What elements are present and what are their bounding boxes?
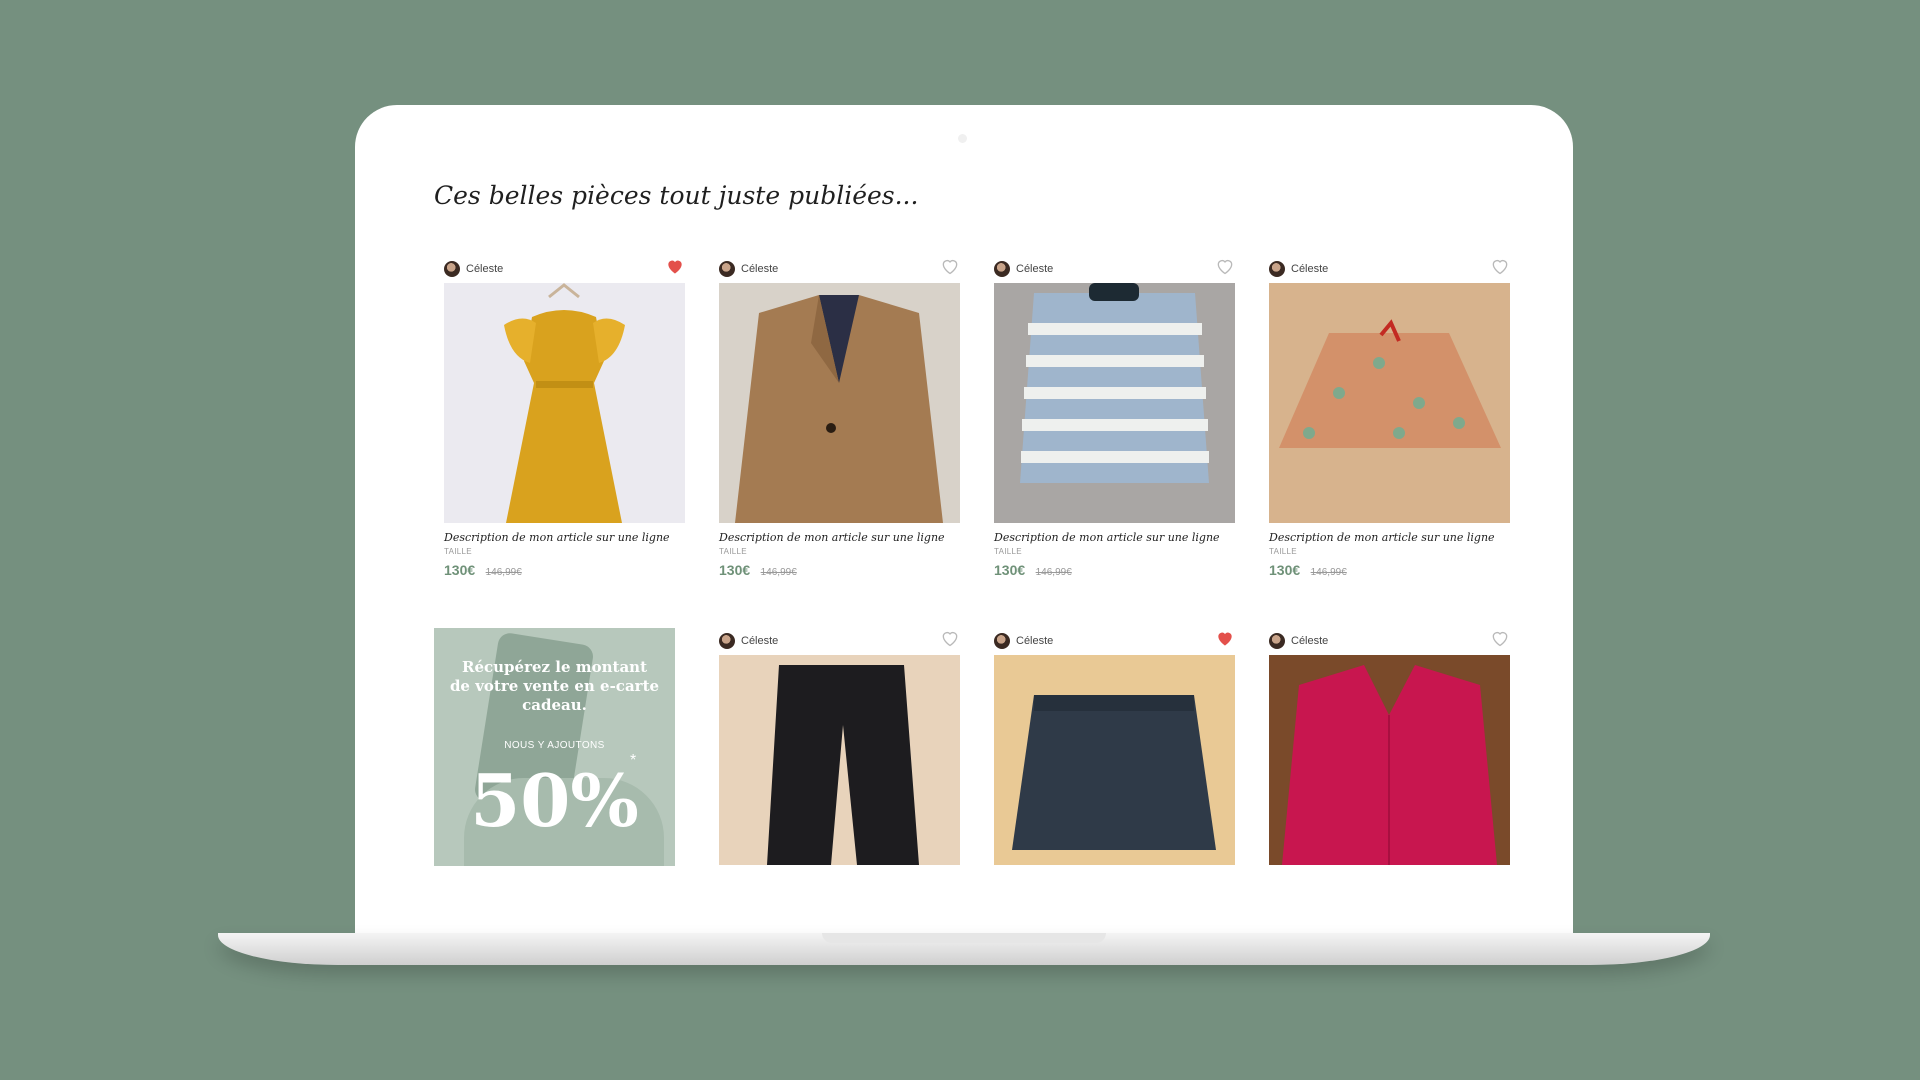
heart-filled-icon[interactable]	[665, 256, 685, 276]
product-old-price: 146,99€	[1035, 567, 1072, 578]
heart-outline-icon[interactable]	[1215, 256, 1235, 276]
promo-percent: 50%	[470, 758, 639, 843]
promo-line: de votre vente en e-carte	[449, 677, 660, 695]
seller-name: Céleste	[741, 263, 779, 275]
product-description: Description de mon article sur une ligne	[1269, 531, 1495, 544]
camera-dot	[958, 134, 967, 143]
card-header: Céleste	[1269, 627, 1510, 655]
seller-avatar	[994, 633, 1010, 649]
product-card[interactable]: Céleste Description de mon article sur u…	[719, 255, 960, 580]
promo-headline: Récupérez le montant de votre vente en e…	[434, 658, 675, 715]
price-row: 130€ 146,99€	[1269, 562, 1510, 580]
product-price: 130€	[444, 562, 476, 578]
heart-outline-icon[interactable]	[1490, 256, 1510, 276]
seller-name: Céleste	[1291, 635, 1329, 647]
promo-line: cadeau.	[522, 696, 587, 714]
product-size: TAILLE	[719, 547, 747, 556]
product-description: Description de mon article sur une ligne	[444, 531, 670, 544]
product-description: Description de mon article sur une ligne	[994, 531, 1220, 544]
product-card[interactable]: Céleste	[994, 627, 1235, 865]
product-price: 130€	[719, 562, 751, 578]
seller-name: Céleste	[466, 263, 504, 275]
price-row: 130€ 146,99€	[994, 562, 1235, 580]
heart-filled-icon[interactable]	[1215, 628, 1235, 648]
product-card[interactable]: Céleste Description de mon article sur u…	[1269, 255, 1510, 580]
product-card[interactable]: Céleste	[719, 627, 960, 865]
card-header: Céleste	[719, 627, 960, 655]
heart-outline-icon[interactable]	[940, 628, 960, 648]
product-photo-black-trousers[interactable]	[719, 655, 960, 865]
seller-name: Céleste	[1016, 635, 1054, 647]
seller-name: Céleste	[1016, 263, 1054, 275]
seller-avatar	[444, 261, 460, 277]
heart-outline-icon[interactable]	[1490, 628, 1510, 648]
laptop-base	[218, 933, 1710, 965]
product-photo-denim-skirt[interactable]	[994, 655, 1235, 865]
product-old-price: 146,99€	[485, 567, 522, 578]
seller-name: Céleste	[741, 635, 779, 647]
promo-subline: NOUS Y AJOUTONS	[504, 740, 605, 751]
product-photo-striped-sweater[interactable]	[994, 283, 1235, 523]
heart-outline-icon[interactable]	[940, 256, 960, 276]
card-header: Céleste	[1269, 255, 1510, 283]
seller-avatar	[719, 633, 735, 649]
product-size: TAILLE	[444, 547, 472, 556]
price-row: 130€ 146,99€	[444, 562, 685, 580]
card-header: Céleste	[719, 255, 960, 283]
promo-asterisk: *	[630, 752, 637, 769]
seller-name: Céleste	[1291, 263, 1329, 275]
product-photo-camel-blazer[interactable]	[719, 283, 960, 523]
seller-avatar	[1269, 633, 1285, 649]
seller-avatar	[719, 261, 735, 277]
product-card[interactable]: Céleste Description de mon article sur u…	[444, 255, 685, 580]
product-price: 130€	[994, 562, 1026, 578]
seller-avatar	[1269, 261, 1285, 277]
product-price: 130€	[1269, 562, 1301, 578]
page-title: Ces belles pièces tout juste publiées...	[434, 181, 919, 210]
card-header: Céleste	[994, 255, 1235, 283]
price-row: 130€ 146,99€	[719, 562, 960, 580]
product-photo-pink-cardigan[interactable]	[1269, 655, 1510, 865]
promo-banner[interactable]: Récupérez le montant de votre vente en e…	[434, 628, 675, 866]
laptop-notch	[822, 933, 1106, 943]
product-size: TAILLE	[994, 547, 1022, 556]
product-old-price: 146,99€	[760, 567, 797, 578]
card-header: Céleste	[994, 627, 1235, 655]
card-header: Céleste	[444, 255, 685, 283]
laptop-screen: Ces belles pièces tout juste publiées...…	[355, 105, 1573, 935]
product-description: Description de mon article sur une ligne	[719, 531, 945, 544]
product-old-price: 146,99€	[1310, 567, 1347, 578]
product-size: TAILLE	[1269, 547, 1297, 556]
product-card[interactable]: Céleste	[1269, 627, 1510, 865]
product-photo-floral-skirt[interactable]	[1269, 283, 1510, 523]
product-card[interactable]: Céleste Description de mon article sur u…	[994, 255, 1235, 580]
product-photo-yellow-dress[interactable]	[444, 283, 685, 523]
seller-avatar	[994, 261, 1010, 277]
promo-line: Récupérez le montant	[462, 658, 647, 676]
